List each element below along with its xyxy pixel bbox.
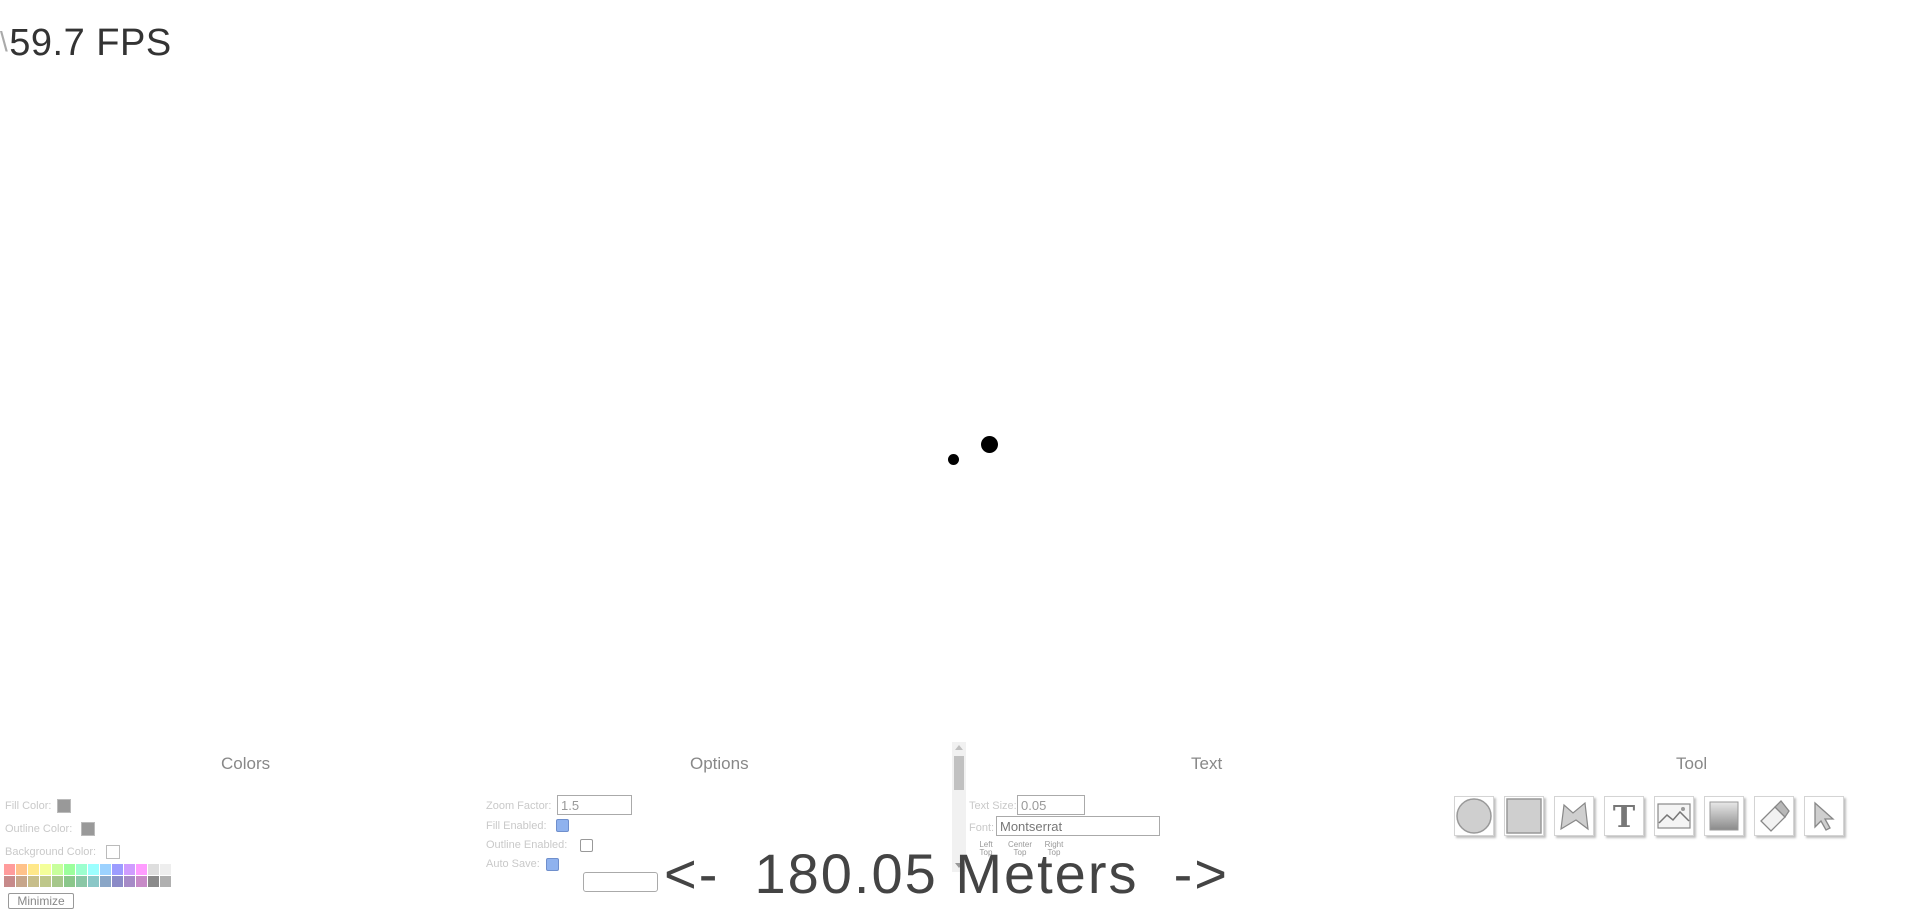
tool-panel-title: Tool bbox=[1676, 754, 1708, 773]
scrollbar-thumb[interactable] bbox=[954, 756, 964, 790]
zoom-factor-input[interactable] bbox=[557, 795, 632, 815]
next-arrow-button[interactable]: -> bbox=[1174, 842, 1229, 905]
palette-swatch[interactable] bbox=[100, 876, 111, 887]
palette-swatch[interactable] bbox=[112, 876, 123, 887]
palette-swatch[interactable] bbox=[64, 876, 75, 887]
polygon-tool-button[interactable] bbox=[1554, 796, 1594, 836]
palette-swatch[interactable] bbox=[76, 876, 87, 887]
palette-swatch[interactable] bbox=[148, 876, 159, 887]
gradient-tool-button[interactable] bbox=[1704, 796, 1744, 836]
palette-swatch[interactable] bbox=[4, 876, 15, 887]
palette-swatch[interactable] bbox=[16, 864, 27, 875]
text-panel-title: Text bbox=[1191, 754, 1223, 773]
options-extra-input[interactable] bbox=[583, 872, 658, 892]
palette-swatch[interactable] bbox=[148, 864, 159, 875]
distance-readout: <- 180.05 Meters -> bbox=[664, 844, 1229, 904]
background-color-swatch[interactable] bbox=[106, 845, 120, 859]
text-size-label: Text Size: bbox=[969, 800, 1017, 812]
palette-swatch[interactable] bbox=[16, 876, 27, 887]
font-input[interactable] bbox=[996, 816, 1160, 836]
fps-value: 59.7 FPS bbox=[9, 22, 172, 64]
image-tool-button[interactable] bbox=[1654, 796, 1694, 836]
fps-caret: \ bbox=[0, 26, 9, 57]
palette-swatch[interactable] bbox=[28, 864, 39, 875]
palette-swatch[interactable] bbox=[124, 876, 135, 887]
outline-enabled-label: Outline Enabled: bbox=[486, 839, 568, 851]
palette-swatch[interactable] bbox=[160, 864, 171, 875]
canvas-dot-small bbox=[948, 454, 959, 465]
previous-arrow-button[interactable]: <- bbox=[664, 842, 719, 905]
circle-icon bbox=[1456, 798, 1492, 834]
palette-swatch[interactable] bbox=[40, 876, 51, 887]
background-color-label: Background Color: bbox=[5, 846, 97, 858]
outline-color-swatch[interactable] bbox=[81, 822, 95, 836]
zoom-factor-label: Zoom Factor: bbox=[486, 800, 552, 812]
color-palette-row-2 bbox=[4, 876, 171, 887]
select-tool-button[interactable] bbox=[1804, 796, 1844, 836]
fill-color-swatch[interactable] bbox=[57, 799, 71, 813]
auto-save-checkbox[interactable] bbox=[546, 858, 559, 871]
palette-swatch[interactable] bbox=[52, 876, 63, 887]
fps-counter: \59.7 FPS bbox=[0, 22, 172, 65]
palette-swatch[interactable] bbox=[100, 864, 111, 875]
text-size-input[interactable] bbox=[1017, 795, 1085, 815]
text-t-icon: T bbox=[1613, 800, 1636, 832]
auto-save-label: Auto Save: bbox=[486, 858, 540, 870]
font-label: Font: bbox=[969, 822, 995, 834]
rectangle-icon bbox=[1506, 798, 1542, 834]
palette-swatch[interactable] bbox=[160, 876, 171, 887]
canvas-dot-large bbox=[981, 436, 998, 453]
distance-value: 180.05 Meters bbox=[754, 842, 1139, 905]
options-panel-title: Options bbox=[690, 754, 749, 773]
scroll-up-arrow-icon[interactable] bbox=[955, 745, 963, 750]
palette-swatch[interactable] bbox=[88, 876, 99, 887]
color-palette-row-1 bbox=[4, 864, 171, 875]
palette-swatch[interactable] bbox=[136, 876, 147, 887]
polygon-icon bbox=[1560, 801, 1589, 831]
circle-tool-button[interactable] bbox=[1454, 796, 1494, 836]
svg-text:T: T bbox=[1613, 800, 1636, 832]
palette-swatch[interactable] bbox=[136, 864, 147, 875]
image-icon bbox=[1657, 803, 1691, 829]
rectangle-tool-button[interactable] bbox=[1504, 796, 1544, 836]
eraser-tool-button[interactable] bbox=[1754, 796, 1794, 836]
palette-swatch[interactable] bbox=[76, 864, 87, 875]
outline-enabled-checkbox[interactable] bbox=[580, 839, 593, 852]
palette-swatch[interactable] bbox=[40, 864, 51, 875]
fill-enabled-label: Fill Enabled: bbox=[486, 820, 547, 832]
palette-swatch[interactable] bbox=[112, 864, 123, 875]
text-tool-button[interactable]: T bbox=[1604, 796, 1644, 836]
palette-swatch[interactable] bbox=[88, 864, 99, 875]
palette-swatch[interactable] bbox=[52, 864, 63, 875]
palette-swatch[interactable] bbox=[64, 864, 75, 875]
palette-swatch[interactable] bbox=[28, 876, 39, 887]
minimize-button[interactable]: Minimize bbox=[8, 893, 74, 909]
fill-color-label: Fill Color: bbox=[5, 800, 52, 812]
palette-swatch[interactable] bbox=[124, 864, 135, 875]
eraser-icon bbox=[1760, 800, 1790, 832]
gradient-icon bbox=[1709, 801, 1739, 831]
outline-color-label: Outline Color: bbox=[5, 823, 73, 835]
fill-enabled-checkbox[interactable] bbox=[556, 819, 569, 832]
colors-panel-title: Colors bbox=[221, 754, 271, 773]
cursor-arrow-icon bbox=[1814, 801, 1835, 831]
palette-swatch[interactable] bbox=[4, 864, 15, 875]
